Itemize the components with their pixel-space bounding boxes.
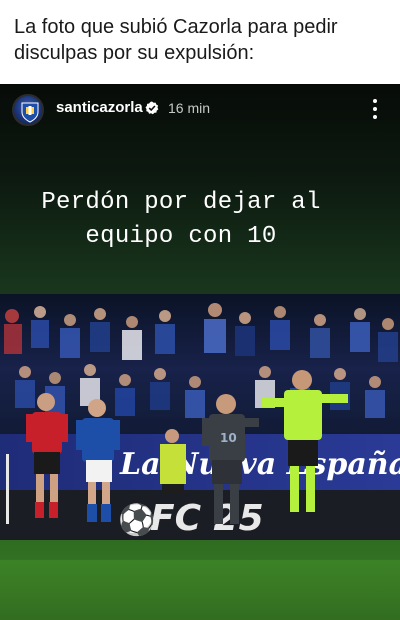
ea-logo-icon: ⚽ [117,502,155,538]
overlay-line-1: Perdón por dejar al [41,189,321,216]
avatar[interactable] [12,94,44,126]
story-header: santicazorla 16 min [0,84,400,134]
story-timestamp: 16 min [168,100,211,116]
fc-brand-text: FC 25 [150,498,264,539]
flag-post [6,454,9,524]
shirt-number: 10 [220,431,237,445]
story-text-overlay: Perdón por dejar al equipo con 10 [0,186,362,254]
crest-icon [21,102,39,123]
story-bottom-pitch [0,560,400,620]
overlay-line-2: equipo con 10 [85,223,277,250]
username[interactable]: santicazorla [56,99,143,116]
post-caption: La foto que subió Cazorla para pedir dis… [0,0,400,84]
verified-badge-icon [145,101,159,115]
more-options-icon[interactable] [368,96,382,122]
caption-text: La foto que subió Cazorla para pedir dis… [14,16,338,64]
instagram-story: santicazorla 16 min Perdón por dejar al … [0,84,400,620]
